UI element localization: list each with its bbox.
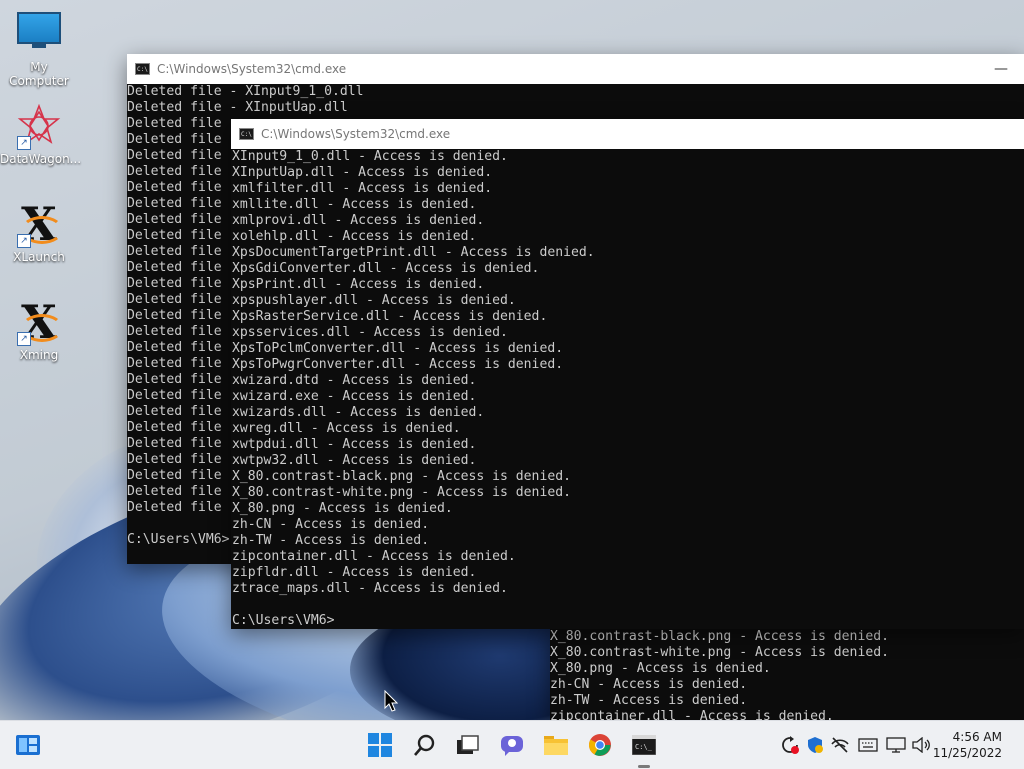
clock-date: 11/25/2022 bbox=[932, 746, 1002, 760]
window-titlebar[interactable]: C:\ C:\Windows\System32\cmd.exe bbox=[231, 119, 1024, 149]
svg-text:C:\_: C:\_ bbox=[635, 743, 653, 751]
mouse-cursor-icon bbox=[384, 689, 399, 716]
start-icon bbox=[368, 733, 392, 757]
xlaunch-icon: X ↗ bbox=[17, 201, 63, 248]
window-titlebar[interactable]: C:\ C:\Windows\System32\cmd.exe — bbox=[127, 54, 1024, 84]
terminal-line: xwizards.dll - Access is denied. bbox=[232, 405, 485, 420]
desktop-icon-my-computer[interactable]: My Computer bbox=[0, 10, 78, 88]
keyboard-icon bbox=[858, 738, 878, 752]
terminal-line: XpsRasterService.dll - Access is denied. bbox=[232, 309, 548, 324]
terminal-line: X_80.contrast-black.png - Access is deni… bbox=[550, 629, 889, 644]
terminal-line: C:\Users\VM6> bbox=[232, 613, 335, 628]
terminal-line: XpsPrint.dll - Access is denied. bbox=[232, 277, 485, 292]
file-explorer-button[interactable] bbox=[540, 729, 572, 761]
file-explorer-icon bbox=[544, 736, 568, 755]
taskbar: C:\_ 4:56 AM 11/25/2022 bbox=[0, 720, 1024, 769]
terminal-line: zh-TW - Access is denied. bbox=[232, 533, 430, 548]
terminal-output: XInput9_1_0.dll - Access is denied. XInpu… bbox=[231, 149, 1024, 629]
search-icon bbox=[414, 734, 435, 756]
network-tray-button[interactable] bbox=[828, 729, 852, 761]
clock[interactable]: 4:56 AM 11/25/2022 bbox=[933, 729, 1002, 761]
terminal-line: X_80.png - Access is denied. bbox=[232, 501, 453, 516]
terminal-line: Deleted file - XInput9_1_0.dll bbox=[127, 84, 364, 99]
shortcut-arrow-icon: ↗ bbox=[17, 136, 31, 150]
terminal-line: zipfldr.dll - Access is denied. bbox=[232, 565, 477, 580]
terminal-taskbar-button[interactable]: C:\_ bbox=[628, 729, 660, 761]
chrome-button[interactable] bbox=[584, 729, 616, 761]
terminal-line: X_80.contrast-white.png - Access is deni… bbox=[232, 485, 571, 500]
terminal-line: zipcontainer.dll - Access is denied. bbox=[232, 549, 516, 564]
terminal-line: zh-CN - Access is denied. bbox=[550, 677, 748, 692]
terminal-line: xwtpw32.dll - Access is denied. bbox=[232, 453, 477, 468]
terminal-line: xpsservices.dll - Access is denied. bbox=[232, 325, 508, 340]
xming-icon: X ↗ bbox=[17, 299, 63, 346]
chat-button[interactable] bbox=[496, 729, 528, 761]
terminal-line: zh-CN - Access is denied. bbox=[232, 517, 430, 532]
terminal-line: xwizard.exe - Access is denied. bbox=[232, 389, 477, 404]
widgets-button[interactable] bbox=[12, 729, 44, 761]
window-title: C:\Windows\System32\cmd.exe bbox=[157, 62, 347, 76]
terminal-line: ztrace_maps.dll - Access is denied. bbox=[232, 581, 508, 596]
task-view-icon bbox=[457, 735, 479, 754]
update-icon bbox=[782, 736, 799, 754]
shortcut-arrow-icon: ↗ bbox=[17, 332, 31, 346]
projector-tray-button[interactable] bbox=[884, 729, 908, 761]
chat-icon bbox=[501, 736, 523, 756]
terminal-line: X_80.contrast-black.png - Access is deni… bbox=[232, 469, 571, 484]
computer-icon bbox=[17, 10, 61, 56]
volume-icon bbox=[912, 737, 930, 753]
defender-tray-button[interactable] bbox=[803, 729, 827, 761]
widgets-icon bbox=[16, 735, 40, 755]
terminal-line: XpsToPclmConverter.dll - Access is denie… bbox=[232, 341, 564, 356]
cmd-icon: C:\ bbox=[239, 128, 254, 140]
terminal-line: X_80.contrast-white.png - Access is deni… bbox=[550, 645, 889, 660]
keyboard-tray-button[interactable] bbox=[856, 729, 880, 761]
terminal-line: xmllite.dll - Access is denied. bbox=[232, 197, 477, 212]
terminal-line: zh-TW - Access is denied. bbox=[550, 693, 748, 708]
chrome-icon bbox=[589, 734, 611, 756]
desktop-icon-label: Xming bbox=[19, 348, 59, 362]
terminal-line: XpsDocumentTargetPrint.dll - Access is d… bbox=[232, 245, 595, 260]
cmd-window-front[interactable]: C:\ C:\Windows\System32\cmd.exe XInput9_… bbox=[231, 119, 1024, 629]
terminal-line: XpsToPwgrConverter.dll - Access is denie… bbox=[232, 357, 564, 372]
desktop-icon-datawagon[interactable]: ↗ DataWagon... bbox=[0, 103, 82, 166]
desktop-icon-label: My Computer bbox=[9, 60, 69, 88]
window-title: C:\Windows\System32\cmd.exe bbox=[261, 127, 451, 141]
terminal-line: xwtpdui.dll - Access is denied. bbox=[232, 437, 477, 452]
desktop-icon-label: DataWagon... bbox=[0, 152, 82, 166]
terminal-line: XInputUap.dll - Access is denied. bbox=[232, 165, 493, 180]
volume-tray-button[interactable] bbox=[910, 729, 934, 761]
cmd-icon: C:\ bbox=[135, 63, 150, 75]
datawagon-icon: ↗ bbox=[17, 103, 61, 150]
desktop-icon-xlaunch[interactable]: X ↗ XLaunch bbox=[0, 201, 78, 264]
start-button[interactable] bbox=[364, 729, 396, 761]
terminal-line: X_80.png - Access is denied. bbox=[550, 661, 771, 676]
desktop-icon-label: XLaunch bbox=[13, 250, 65, 264]
projector-icon bbox=[886, 737, 906, 753]
update-tray-button[interactable] bbox=[778, 729, 802, 761]
terminal-line: XInput9_1_0.dll - Access is denied. bbox=[232, 149, 508, 164]
defender-icon bbox=[808, 737, 823, 753]
terminal-line: xpspushlayer.dll - Access is denied. bbox=[232, 293, 516, 308]
terminal-icon: C:\_ bbox=[632, 735, 656, 755]
shortcut-arrow-icon: ↗ bbox=[17, 234, 31, 248]
terminal-output: X_80.contrast-black.png - Access is deni… bbox=[550, 628, 1024, 725]
desktop-icon-xming[interactable]: X ↗ Xming bbox=[0, 299, 78, 362]
terminal-line: Deleted file - XInputUap.dll bbox=[127, 100, 348, 115]
network-off-icon bbox=[831, 737, 849, 753]
terminal-line: xmlprovi.dll - Access is denied. bbox=[232, 213, 485, 228]
clock-time: 4:56 AM bbox=[952, 730, 1002, 744]
terminal-line: xwizard.dtd - Access is denied. bbox=[232, 373, 477, 388]
search-button[interactable] bbox=[409, 729, 441, 761]
terminal-line: xolehlp.dll - Access is denied. bbox=[232, 229, 477, 244]
terminal-line: xwreg.dll - Access is denied. bbox=[232, 421, 461, 436]
cmd-window-bottom[interactable]: X_80.contrast-black.png - Access is deni… bbox=[550, 628, 1024, 724]
minimize-button[interactable]: — bbox=[978, 61, 1024, 77]
terminal-line: XpsGdiConverter.dll - Access is denied. bbox=[232, 261, 540, 276]
terminal-line: xmlfilter.dll - Access is denied. bbox=[232, 181, 493, 196]
task-view-button[interactable] bbox=[452, 729, 484, 761]
